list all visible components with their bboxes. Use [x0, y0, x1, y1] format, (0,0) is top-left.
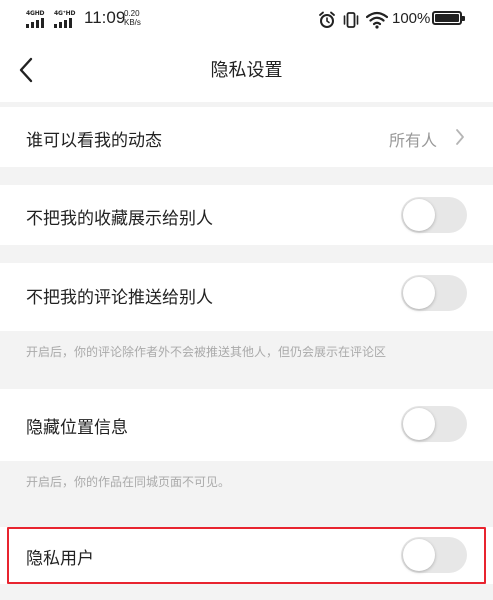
- page-title: 隐私设置: [210, 60, 283, 81]
- cellular-signal-2-icon: 4G⁺HD: [54, 10, 76, 28]
- setting-row-hide-favorites: 不把我的收藏展示给别人: [0, 185, 493, 245]
- wifi-icon: [366, 11, 388, 29]
- setting-label-hide-favorites: 不把我的收藏展示给别人: [26, 209, 213, 229]
- setting-label-who-can-see: 谁可以看我的动态: [26, 131, 162, 151]
- chevron-right-icon: [456, 129, 464, 145]
- hide-comments-toggle[interactable]: [401, 275, 467, 311]
- network-speed: 0.20 KB/s: [124, 9, 141, 27]
- navigation-bar: 隐私设置: [0, 38, 493, 102]
- setting-label-hide-location: 隐藏位置信息: [26, 418, 128, 438]
- toggle-knob: [403, 277, 435, 309]
- hide-comments-note: 开启后，你的评论除作者外不会被推送其他人，但仍会展示在评论区: [0, 331, 493, 389]
- hide-comments-note-text: 开启后，你的评论除作者外不会被推送其他人，但仍会展示在评论区: [26, 345, 387, 359]
- network-speed-unit: KB/s: [124, 18, 141, 27]
- highlight-box: [7, 527, 486, 584]
- hide-location-toggle[interactable]: [401, 406, 467, 442]
- setting-label-hide-comments: 不把我的评论推送给别人: [26, 288, 213, 308]
- vibrate-icon: [343, 12, 359, 28]
- network-type-2: 4G⁺HD: [54, 10, 76, 17]
- toggle-knob: [403, 408, 435, 440]
- battery-tip: [462, 16, 465, 21]
- battery-fill: [435, 14, 459, 22]
- privacy-settings-screen: 4GHD 4G⁺HD 11:09 0.20 KB/s 100% 隐私设置 谁可以…: [0, 0, 493, 600]
- setting-row-who-can-see[interactable]: 谁可以看我的动态 所有人: [0, 107, 493, 167]
- setting-row-hide-location: 隐藏位置信息: [0, 389, 493, 461]
- status-bar: 4GHD 4G⁺HD 11:09 0.20 KB/s 100%: [0, 0, 493, 38]
- network-speed-value: 0.20: [124, 9, 140, 18]
- battery-percentage: 100%: [392, 10, 431, 27]
- toggle-knob: [403, 199, 435, 231]
- alarm-clock-icon: [319, 11, 335, 28]
- setting-row-hide-comments: 不把我的评论推送给别人: [0, 263, 493, 331]
- hide-favorites-toggle[interactable]: [401, 197, 467, 233]
- hide-location-note: 开启后，你的作品在同城页面不可见。: [0, 461, 493, 525]
- setting-value-who-can-see: 所有人: [388, 131, 437, 150]
- status-time: 11:09: [84, 8, 126, 27]
- cellular-signal-1-icon: 4GHD: [26, 10, 48, 28]
- network-type-1: 4GHD: [26, 10, 45, 17]
- hide-location-note-text: 开启后，你的作品在同城页面不可见。: [26, 475, 231, 489]
- battery-icon: [432, 11, 465, 25]
